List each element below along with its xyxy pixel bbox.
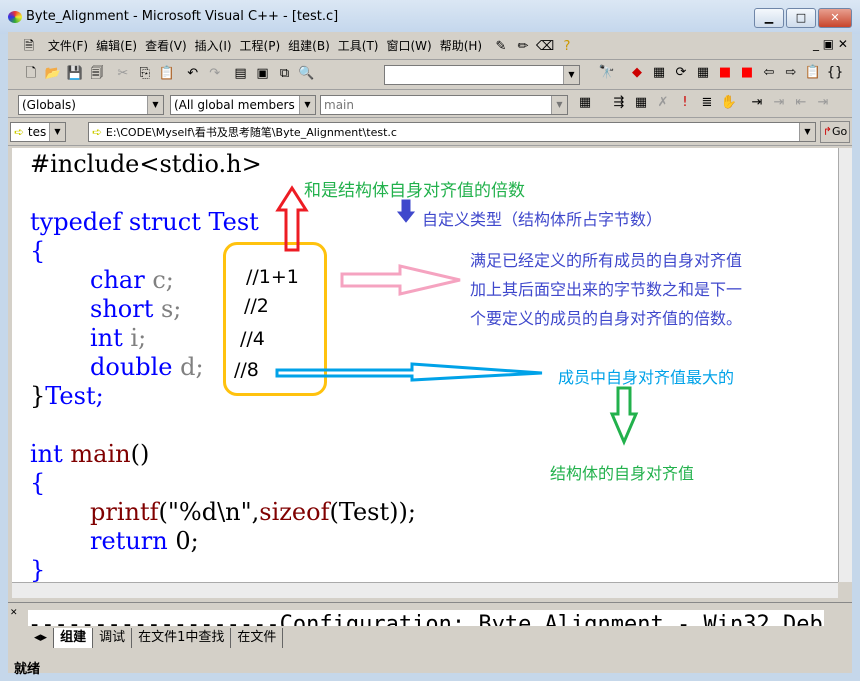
forward-icon[interactable]: ⇨ xyxy=(782,64,800,82)
menu-view[interactable]: 查看(V) xyxy=(141,34,191,58)
document-icon: 🗎 xyxy=(23,39,35,54)
build-icon[interactable]: ▦ xyxy=(650,64,668,82)
find-in-files-icon[interactable]: 🔍 xyxy=(297,65,315,83)
step-out-icon[interactable]: ⇤ xyxy=(792,94,810,112)
pin-icon[interactable]: ✎ xyxy=(492,38,510,56)
cyan-right-arrow xyxy=(275,362,543,382)
menu-tools[interactable]: 工具(T) xyxy=(334,34,383,58)
find-icon[interactable]: 🔭 xyxy=(598,64,616,82)
members-combo[interactable]: (All global members ▼ xyxy=(170,95,316,115)
window-title: Byte_Alignment - Microsoft Visual C++ - … xyxy=(26,9,339,24)
pink-right-arrow xyxy=(340,264,461,296)
copy-icon[interactable]: ⎘ xyxy=(136,65,154,83)
editor-vertical-scrollbar[interactable] xyxy=(838,148,852,582)
wizard-action-icon[interactable]: ▦ xyxy=(576,94,594,112)
menu-build[interactable]: 组建(B) xyxy=(284,34,334,58)
path-combo[interactable]: ➪ E:\CODE\Myself\看书及思考随笔\Byte_Alignment\… xyxy=(88,122,816,142)
app-icon xyxy=(8,11,22,23)
annotation-struct-align: 结构体的自身对齐值 xyxy=(550,464,695,483)
clipboard-icon[interactable]: 📋 xyxy=(804,64,822,82)
arrow-icon: ➪ xyxy=(92,125,103,139)
menu-insert[interactable]: 插入(I) xyxy=(191,34,236,58)
find-combo[interactable]: ▼ xyxy=(384,65,580,85)
tab-debug[interactable]: 调试 xyxy=(93,628,133,648)
rule-line: 满足已经定义的所有成员的自身对齐值 xyxy=(470,251,743,270)
minimize-button[interactable]: ▁ xyxy=(754,8,784,28)
redo-icon[interactable]: ↷ xyxy=(206,65,224,83)
back-icon[interactable]: ⇦ xyxy=(760,64,778,82)
exclamation-icon[interactable]: ! xyxy=(676,94,694,112)
braces-icon[interactable]: {} xyxy=(826,64,844,82)
save-all-icon[interactable]: 🗐 xyxy=(88,65,106,83)
window-list-icon[interactable]: ⧉ xyxy=(275,65,293,83)
menu-help[interactable]: 帮助(H) xyxy=(436,34,486,58)
step-into-icon[interactable]: ⇥ xyxy=(748,94,766,112)
output-tabs: ◂▸ 组建 调试 在文件1中查找 在文件 xyxy=(28,628,284,648)
navigation-bar: ➪ tes ▼ ➪ E:\CODE\Myself\看书及思考随笔\Byte_Ali… xyxy=(8,118,852,146)
close-button[interactable]: ✕ xyxy=(818,8,852,28)
build-toolbar: 🔭 ◆ ▦ ⟳ ▦ ■ ■ ⇦ ⇨ 📋{} xyxy=(596,64,846,82)
paste-icon[interactable]: 📋 xyxy=(158,65,176,83)
editor-horizontal-scrollbar[interactable] xyxy=(12,582,838,598)
insert-breakpoint-icon[interactable]: ≣ xyxy=(698,94,716,112)
scope-combo[interactable]: (Globals) ▼ xyxy=(18,95,164,115)
new-file-icon[interactable]: 🗋 xyxy=(22,65,40,83)
stop-icon[interactable]: ■ xyxy=(716,64,734,82)
tab-scroll[interactable]: ◂▸ xyxy=(28,628,55,648)
hand-icon[interactable]: ✋ xyxy=(720,94,738,112)
maximize-button[interactable]: □ xyxy=(786,8,816,28)
menu-project[interactable]: 工程(P) xyxy=(236,34,285,58)
menu-bar: 🗎 文件(F) 编辑(E) 查看(V) 插入(I) 工程(P) 组建(B) 工具(T) 窗口(… xyxy=(8,34,852,60)
menu-window[interactable]: 窗口(W) xyxy=(382,34,435,58)
mdi-controls[interactable]: _ ▣ ✕ xyxy=(813,37,848,51)
tab-find-in-files-2[interactable]: 在文件 xyxy=(231,628,284,648)
arrow-icon: ➪ xyxy=(14,125,25,139)
undo-icon[interactable]: ↶ xyxy=(184,65,202,83)
step-over-icon[interactable]: ⇥ xyxy=(770,94,788,112)
cpp-icon[interactable]: ⟳ xyxy=(672,64,690,82)
pencil-icon[interactable]: ✏ xyxy=(514,38,532,56)
rule-line: 个要定义的成员的自身对齐值的倍数。 xyxy=(470,309,743,328)
green-down-arrow xyxy=(609,386,639,446)
cut-icon[interactable]: ✂ xyxy=(114,65,132,83)
standard-toolbar: 🗋 📂 💾 🗐 ✂ ⎘ 📋 ↶ ↷ ▤ ▣ ⧉ 🔍 ▼ 🔭 ◆ ▦ ⟳ ▦ ■ ■ ⇦ ⇨ 📋{} xyxy=(8,60,852,90)
wizard-bar: (Globals) ▼ (All global members ▼ main ▼ ▦ ⇶… xyxy=(8,90,852,118)
annotation-rule: 满足已经定义的所有成员的自身对齐值 加上其后面空出来的字节数之和是下一 个要定义… xyxy=(470,246,742,333)
annotation-max: 成员中自身对齐值最大的 xyxy=(558,368,735,387)
output-icon[interactable]: ▣ xyxy=(253,65,271,83)
save-icon[interactable]: 💾 xyxy=(66,65,84,83)
debug-toolbar: ▦ ⇶ ▦ ✗! ≣ ✋ ⇥ ⇥ ⇤ ⇥ xyxy=(574,94,834,112)
tab-find-in-files-1[interactable]: 在文件1中查找 xyxy=(132,628,232,648)
blue-down-arrow xyxy=(396,199,416,223)
function-combo[interactable]: main ▼ xyxy=(320,95,568,115)
tab-build[interactable]: 组建 xyxy=(54,628,94,648)
annotation-top: 和是结构体自身对齐值的倍数 xyxy=(304,181,525,201)
close-pane-icon[interactable]: ✕ xyxy=(10,608,18,618)
rule-line: 加上其后面空出来的字节数之和是下一 xyxy=(470,280,743,299)
go-debug-icon[interactable]: ⇶ xyxy=(610,94,628,112)
run-to-cursor-icon[interactable]: ⇥ xyxy=(814,94,832,112)
output-text: -------------------Configuration: Byte_A… xyxy=(28,610,824,626)
menu-edit[interactable]: 编辑(E) xyxy=(92,34,141,58)
menu-file[interactable]: 文件(F) xyxy=(44,34,92,58)
status-text: 就绪 xyxy=(14,662,41,677)
file-combo[interactable]: ➪ tes ▼ xyxy=(10,122,66,142)
annotation-typedef: 自定义类型（结构体所占字节数） xyxy=(422,210,663,229)
code-editor[interactable]: #include<stdio.h> typedef struct Test { … xyxy=(12,148,838,582)
open-icon[interactable]: 📂 xyxy=(44,65,62,83)
go-button[interactable]: ↱Go xyxy=(820,121,850,143)
workspace-icon[interactable]: ▤ xyxy=(231,65,249,83)
step-icon[interactable]: ▦ xyxy=(632,94,650,112)
execute-icon[interactable]: ■ xyxy=(738,64,756,82)
compile-icon[interactable]: ◆ xyxy=(628,64,646,82)
help-icon[interactable]: ? xyxy=(558,38,576,56)
rebuild-icon[interactable]: ▦ xyxy=(694,64,712,82)
remove-breakpoint-icon[interactable]: ✗ xyxy=(654,94,672,112)
eraser-icon[interactable]: ⌫ xyxy=(536,38,554,56)
red-up-arrow xyxy=(275,185,309,252)
